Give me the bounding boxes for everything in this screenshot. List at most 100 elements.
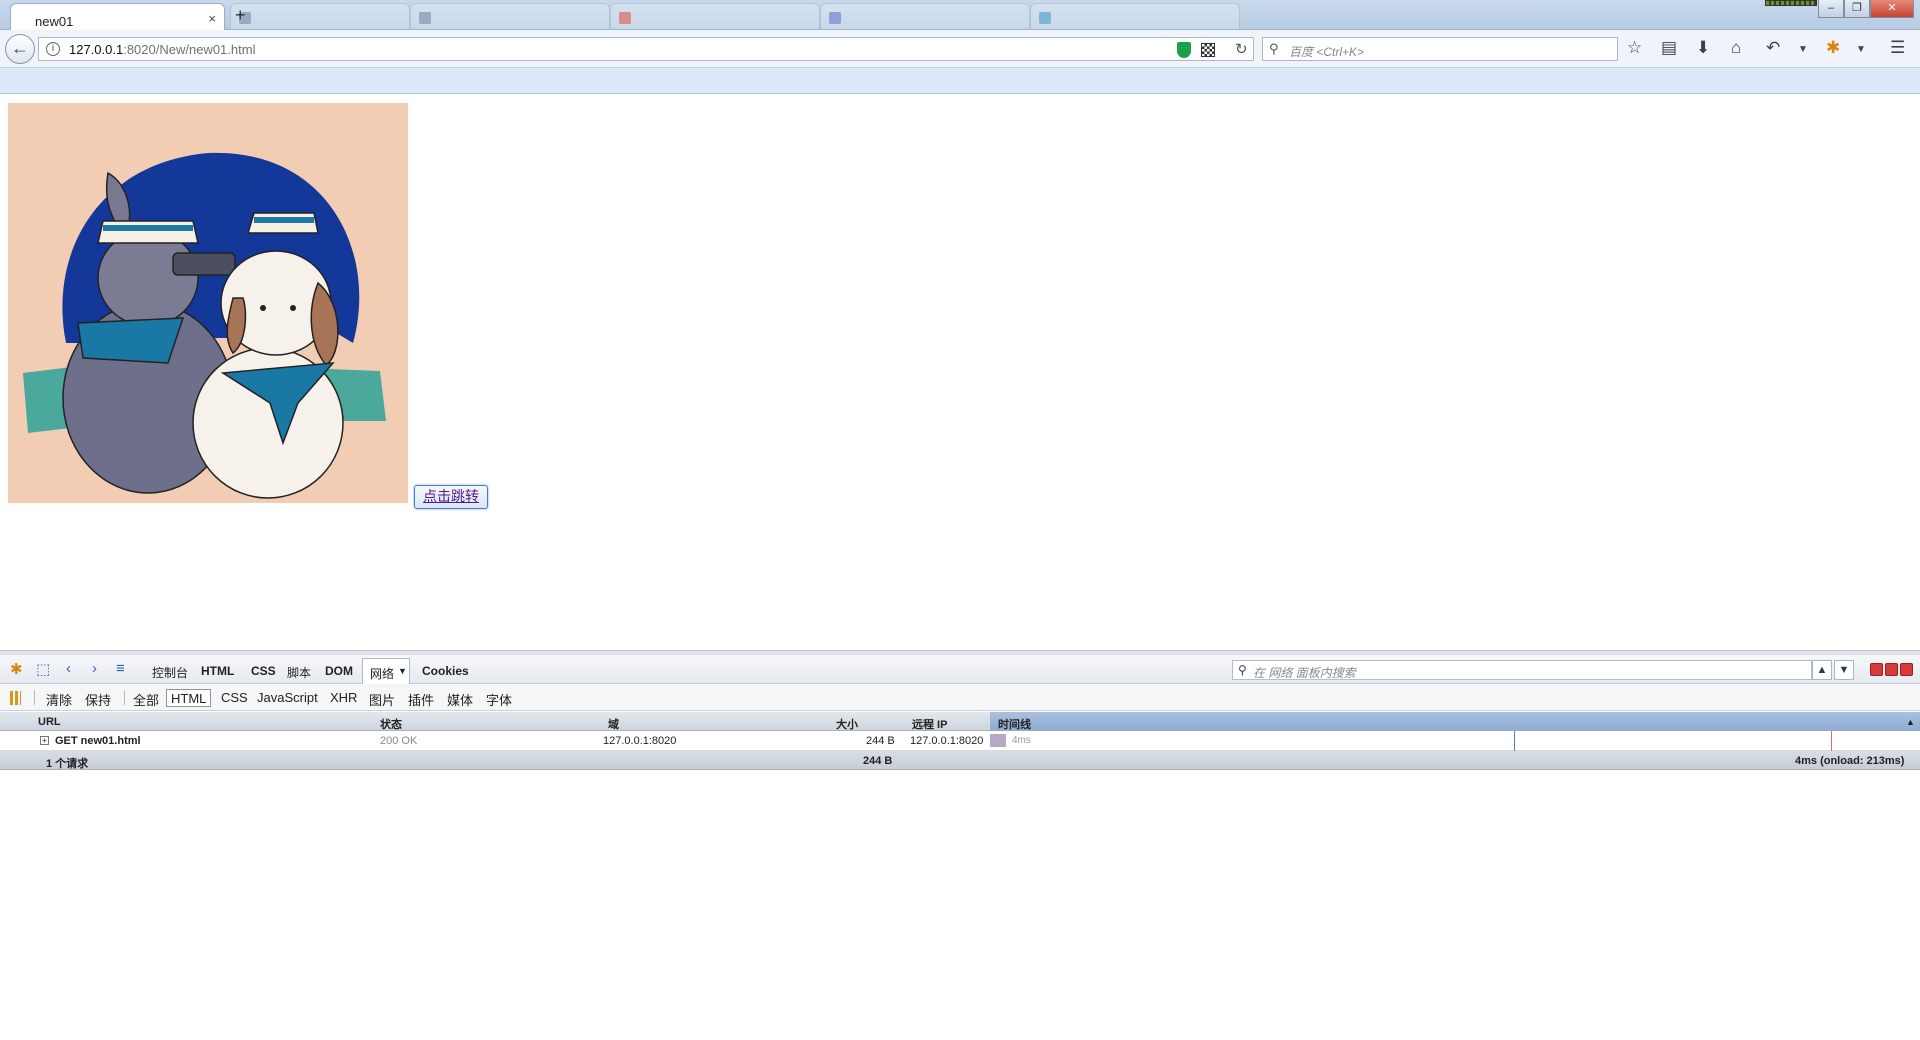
grey-rabbit-head xyxy=(97,229,199,327)
command-editor-icon[interactable]: ≡ xyxy=(116,660,125,677)
close-window-button[interactable]: ✕ xyxy=(1870,0,1914,18)
tab-new01[interactable]: new01 × xyxy=(10,3,225,31)
filter-javascript[interactable]: JavaScript xyxy=(253,689,322,707)
pause-icon[interactable] xyxy=(10,691,21,705)
panel-search-placeholder: 在 网络 面板内搜索 xyxy=(1253,666,1356,680)
background-tab[interactable] xyxy=(610,3,820,29)
sort-arrow-icon[interactable]: ▲ xyxy=(1906,717,1915,727)
system-meter-icon xyxy=(1765,0,1817,6)
dropdown-arrow-icon[interactable]: ▼ xyxy=(1798,44,1808,55)
divider xyxy=(124,690,125,705)
panel-search-input[interactable]: ⚲ 在 网络 面板内搜索 xyxy=(1232,660,1812,680)
clear-button[interactable]: 清除 xyxy=(42,689,76,708)
filter-plugins[interactable]: 插件 xyxy=(404,689,438,708)
tab-css[interactable]: CSS xyxy=(251,664,276,678)
tab-cookies[interactable]: Cookies xyxy=(422,664,469,678)
expand-icon[interactable]: + xyxy=(40,736,49,745)
url-text: 127.0.0.1:8020/New/new01.html xyxy=(69,42,255,57)
tab-script[interactable]: 脚本 xyxy=(287,664,311,681)
undo-icon[interactable]: ↶ xyxy=(1766,38,1780,58)
back-button[interactable]: ← xyxy=(5,34,35,64)
firebug-icon[interactable]: ✱ xyxy=(10,660,23,678)
column-status[interactable]: 状态 xyxy=(380,716,402,732)
forward-arrow-icon[interactable]: › xyxy=(92,660,97,677)
table-row[interactable]: + GET new01.html 200 OK 127.0.0.1:8020 2… xyxy=(0,731,1920,751)
url-path: :8020/New/new01.html xyxy=(123,42,256,57)
download-icon[interactable]: ⬇ xyxy=(1696,38,1710,58)
close-tab-icon[interactable]: × xyxy=(208,11,216,26)
column-size[interactable]: 大小 xyxy=(836,716,858,732)
request-remote-ip: 127.0.0.1:8020 xyxy=(910,735,984,747)
bookmark-star-icon[interactable]: ☆ xyxy=(1627,38,1642,58)
timeline-header-bg xyxy=(990,712,1920,731)
info-icon[interactable]: i xyxy=(46,42,60,56)
rabbit-eye xyxy=(260,305,266,311)
filter-css[interactable]: CSS xyxy=(217,689,252,707)
favicon-icon xyxy=(419,12,431,24)
new-tab-button[interactable]: + xyxy=(235,5,246,26)
jump-button-label: 点击跳转 xyxy=(423,488,479,504)
maximize-button[interactable]: ❐ xyxy=(1844,0,1870,18)
request-time: 4ms xyxy=(1012,735,1031,746)
search-icon: ⚲ xyxy=(1269,41,1279,56)
background-tab[interactable] xyxy=(230,3,410,29)
spyglass xyxy=(172,252,236,276)
request-size: 244 B xyxy=(866,735,895,747)
hat-stripe xyxy=(103,225,193,231)
qr-code-icon[interactable] xyxy=(1201,43,1215,57)
url-bar[interactable]: i 127.0.0.1:8020/New/new01.html ↻ xyxy=(38,37,1254,61)
column-remote-ip[interactable]: 远程 IP xyxy=(912,716,947,732)
search-bar[interactable]: ⚲ 百度 <Ctrl+K> xyxy=(1262,37,1618,61)
minimize-button[interactable]: ‒ xyxy=(1818,0,1844,18)
filter-images[interactable]: 图片 xyxy=(365,689,399,708)
chevron-down-icon: ▼ xyxy=(398,666,407,676)
tab-strip: new01 × + ‒ ❐ ✕ xyxy=(0,0,1920,31)
request-status: 200 OK xyxy=(380,735,418,747)
hat-stripe xyxy=(254,217,314,223)
tab-console[interactable]: 控制台 xyxy=(152,664,188,681)
net-table-header: URL 状态 域 大小 远程 IP 时间线 ▲ xyxy=(0,712,1920,731)
filter-fonts[interactable]: 字体 xyxy=(482,689,516,708)
home-icon[interactable]: ⌂ xyxy=(1731,38,1741,58)
total-timing: 4ms (onload: 213ms) xyxy=(1795,755,1905,767)
column-url[interactable]: URL xyxy=(38,716,61,728)
search-placeholder: 百度 <Ctrl+K> xyxy=(1289,45,1365,59)
filter-all[interactable]: 全部 xyxy=(129,689,163,708)
bookmarks-list-icon[interactable]: ▤ xyxy=(1661,38,1677,58)
filter-html[interactable]: HTML xyxy=(166,689,212,707)
divider xyxy=(34,690,35,705)
search-next-button[interactable]: ▼ xyxy=(1834,660,1854,680)
shield-icon[interactable] xyxy=(1177,42,1191,58)
filter-xhr[interactable]: XHR xyxy=(326,689,361,707)
firebug-icon[interactable]: ✱ xyxy=(1826,38,1840,58)
rabbit-eye xyxy=(290,305,296,311)
arrow-left-icon: ← xyxy=(11,38,29,58)
jump-button[interactable]: 点击跳转 xyxy=(414,485,488,509)
url-host: 127.0.0.1 xyxy=(69,42,124,57)
background-tab[interactable] xyxy=(410,3,610,29)
favicon-icon xyxy=(619,12,631,24)
background-tab[interactable] xyxy=(820,3,1030,29)
onload-marker xyxy=(1831,731,1832,751)
tab-net[interactable]: 网络 ▼ xyxy=(362,658,410,684)
column-timeline[interactable]: 时间线 xyxy=(998,716,1031,732)
dropdown-arrow-icon[interactable]: ▼ xyxy=(1856,44,1866,55)
close-panel-icon[interactable] xyxy=(1900,663,1913,676)
background-tab[interactable] xyxy=(1030,3,1240,29)
net-filter-bar: 清除 保持 全部 HTML CSS JavaScript XHR 图片 插件 媒… xyxy=(0,684,1920,711)
inspect-element-icon[interactable]: ⬚ xyxy=(36,660,50,678)
request-url: GET new01.html xyxy=(55,735,141,747)
detach-panel-icon[interactable] xyxy=(1885,663,1898,676)
column-domain[interactable]: 域 xyxy=(608,716,619,732)
net-summary-row: 1 个请求 244 B 4ms (onload: 213ms) xyxy=(0,751,1920,770)
menu-icon[interactable]: ☰ xyxy=(1890,38,1905,58)
persist-button[interactable]: 保持 xyxy=(81,689,115,708)
tab-dom[interactable]: DOM xyxy=(325,664,353,678)
reload-icon[interactable]: ↻ xyxy=(1235,40,1248,58)
search-prev-button[interactable]: ▲ xyxy=(1812,660,1832,680)
back-arrow-icon[interactable]: ‹ xyxy=(66,660,71,677)
filter-media[interactable]: 媒体 xyxy=(443,689,477,708)
tab-html[interactable]: HTML xyxy=(201,664,234,678)
minimize-panel-icon[interactable] xyxy=(1870,663,1883,676)
timeline-bar xyxy=(990,734,1006,747)
